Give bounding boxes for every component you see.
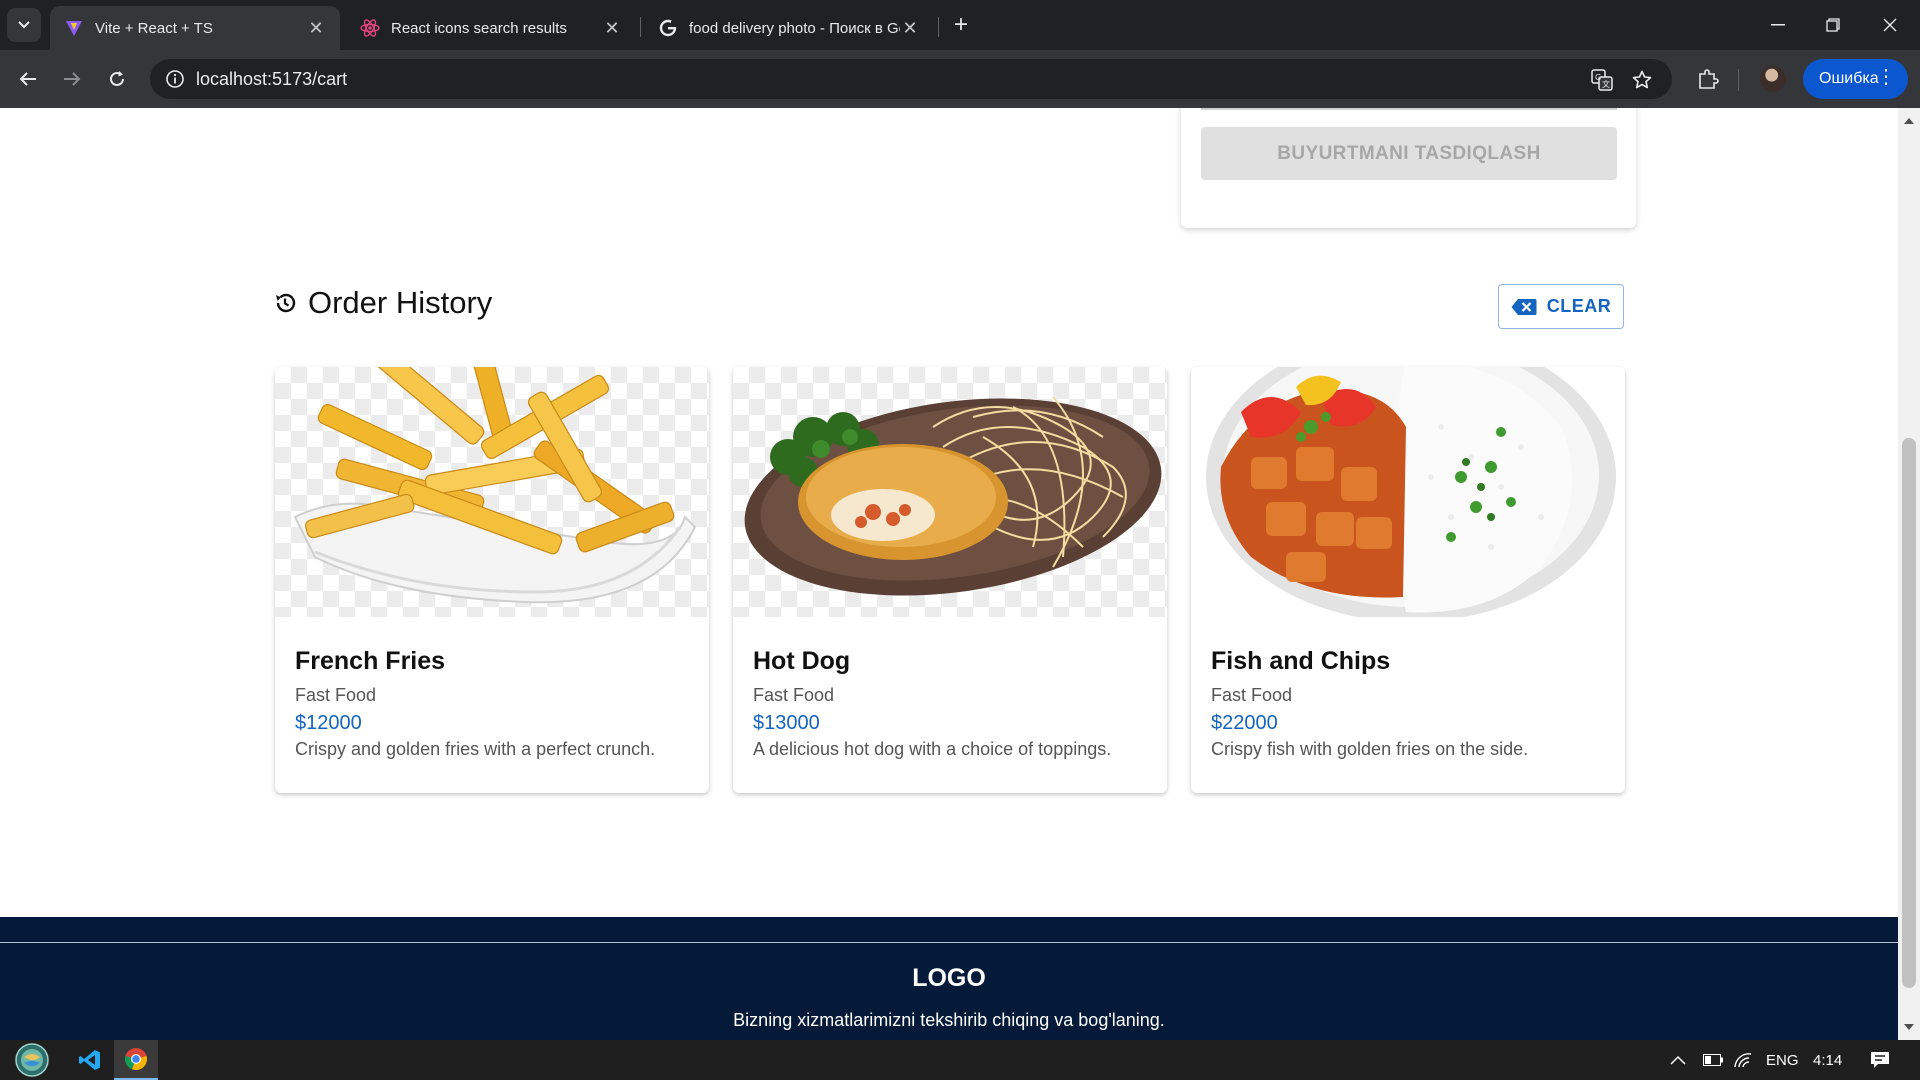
clear-history-button[interactable]: CLEAR: [1498, 284, 1624, 329]
tray-language[interactable]: ENG: [1766, 1040, 1799, 1080]
url-text[interactable]: localhost:5173/cart: [196, 69, 347, 90]
profile-error-label: Ошибка: [1819, 70, 1879, 87]
tab-react-icons[interactable]: React icons search results ✕: [346, 6, 636, 50]
item-price: $13000: [753, 712, 820, 734]
react-icon: [360, 18, 380, 38]
arrow-left-icon: [19, 72, 36, 86]
notification-icon: [1871, 1052, 1889, 1068]
tab-title: Vite + React + TS: [95, 19, 213, 37]
order-history-title: Order History: [308, 285, 493, 320]
item-category: Fast Food: [753, 685, 835, 705]
scroll-down-arrow-icon[interactable]: [1904, 1024, 1914, 1030]
item-name: French Fries: [295, 647, 446, 675]
scroll-thumb[interactable]: [1902, 438, 1916, 988]
svg-text:文: 文: [1602, 79, 1610, 89]
extensions-icon[interactable]: [1694, 65, 1722, 93]
chrome-icon: [125, 1048, 147, 1071]
page-viewport: BUYURTMANI TASDIQLASH Order History CLEA…: [0, 108, 1898, 1040]
arrow-right-icon: [64, 72, 81, 86]
taskbar-chrome[interactable]: [114, 1040, 158, 1080]
scroll-up-arrow-icon[interactable]: [1904, 118, 1914, 124]
close-tab-icon[interactable]: ✕: [602, 18, 622, 39]
item-description: Crispy and golden fries with a perfect c…: [295, 739, 656, 759]
chevron-up-icon: [1670, 1055, 1686, 1065]
tray-clock[interactable]: 4:14: [1813, 1040, 1842, 1080]
item-description: Crispy fish with golden fries on the sid…: [1211, 739, 1529, 759]
food-image-hot-dog: [733, 367, 1167, 617]
item-category: Fast Food: [1211, 685, 1293, 705]
tab-divider: [938, 17, 939, 37]
tab-google-search[interactable]: food delivery photo - Поиск в Google ✕: [644, 6, 934, 50]
site-info-icon[interactable]: [164, 68, 186, 90]
item-name: Fish and Chips: [1211, 647, 1391, 675]
confirm-order-button[interactable]: BUYURTMANI TASDIQLASH: [1201, 127, 1617, 180]
google-icon: [658, 18, 678, 38]
wifi-icon: [1734, 1053, 1752, 1068]
order-card[interactable]: Fish and Chips Fast Food $22000 Crispy f…: [1191, 367, 1625, 793]
translate-icon[interactable]: G文: [1590, 68, 1614, 92]
divider: [1201, 108, 1617, 110]
page-scrollbar[interactable]: [1898, 108, 1920, 1040]
reload-icon: [110, 71, 124, 86]
order-card[interactable]: Hot Dog Fast Food $13000 A delicious hot…: [733, 367, 1167, 793]
tab-title: React icons search results: [391, 19, 567, 37]
reload-button[interactable]: [101, 63, 133, 95]
toolbar-divider: [1738, 69, 1739, 91]
start-button[interactable]: [10, 1042, 54, 1078]
profile-error-button[interactable]: Ошибка ⋮: [1803, 59, 1908, 99]
footer-divider: [0, 942, 1898, 943]
tab-title: food delivery photo - Поиск в Google: [689, 19, 900, 37]
minimize-icon: [1771, 24, 1785, 26]
close-icon: [1883, 18, 1897, 32]
tab-vite-react[interactable]: Vite + React + TS ✕: [50, 6, 340, 50]
footer-logo[interactable]: LOGO: [0, 964, 1898, 993]
item-category: Fast Food: [295, 685, 377, 705]
chevron-down-icon: [18, 21, 30, 29]
tray-notifications[interactable]: [1870, 1040, 1890, 1080]
new-tab-button[interactable]: +: [944, 10, 978, 40]
tray-battery[interactable]: [1703, 1040, 1723, 1080]
back-button[interactable]: [12, 63, 44, 95]
windows-taskbar: ENG 4:14: [0, 1040, 1920, 1080]
vite-icon: [64, 18, 84, 38]
address-bar[interactable]: localhost:5173/cart G文: [150, 59, 1672, 99]
close-window-button[interactable]: [1872, 10, 1908, 40]
clear-label: CLEAR: [1546, 296, 1612, 316]
bookmark-star-icon[interactable]: [1630, 68, 1654, 92]
item-name: Hot Dog: [753, 647, 851, 675]
windows-orb-icon: [15, 1043, 49, 1077]
tab-strip: Vite + React + TS ✕ React icons search r…: [0, 0, 1920, 50]
item-price: $12000: [295, 712, 362, 734]
tray-network[interactable]: [1734, 1040, 1752, 1080]
restore-icon: [1826, 18, 1840, 32]
food-image-french-fries: [275, 367, 709, 617]
tab-divider: [640, 17, 641, 37]
footer-tagline: Bizning xizmatlarimizni tekshirib chiqin…: [733, 1010, 1165, 1030]
battery-icon: [1703, 1054, 1723, 1066]
profile-avatar[interactable]: [1760, 66, 1786, 92]
history-icon: [272, 290, 298, 316]
svg-text:G: G: [1595, 73, 1601, 82]
close-tab-icon[interactable]: ✕: [306, 18, 326, 39]
forward-button[interactable]: [56, 63, 88, 95]
order-card[interactable]: French Fries Fast Food $12000 Crispy and…: [275, 367, 709, 793]
close-tab-icon[interactable]: ✕: [900, 18, 920, 39]
backspace-icon: [1511, 298, 1537, 316]
minimize-button[interactable]: [1760, 10, 1796, 40]
restore-button[interactable]: [1815, 10, 1851, 40]
order-history-header: Order History: [272, 285, 492, 321]
order-summary-card: BUYURTMANI TASDIQLASH: [1181, 108, 1636, 228]
vscode-icon: [79, 1050, 100, 1070]
food-image-fish-and-chips: [1191, 367, 1625, 617]
browser-toolbar: localhost:5173/cart G文: [0, 50, 1920, 108]
tab-search-button[interactable]: [7, 8, 41, 42]
item-description: A delicious hot dog with a choice of top…: [753, 739, 1112, 759]
item-price: $22000: [1211, 712, 1278, 734]
tray-show-hidden[interactable]: [1670, 1040, 1686, 1080]
site-footer: LOGO Bizning xizmatlarimizni tekshirib c…: [0, 917, 1898, 1040]
more-vert-icon[interactable]: ⋮: [1876, 67, 1896, 87]
taskbar-vscode[interactable]: [68, 1040, 112, 1080]
